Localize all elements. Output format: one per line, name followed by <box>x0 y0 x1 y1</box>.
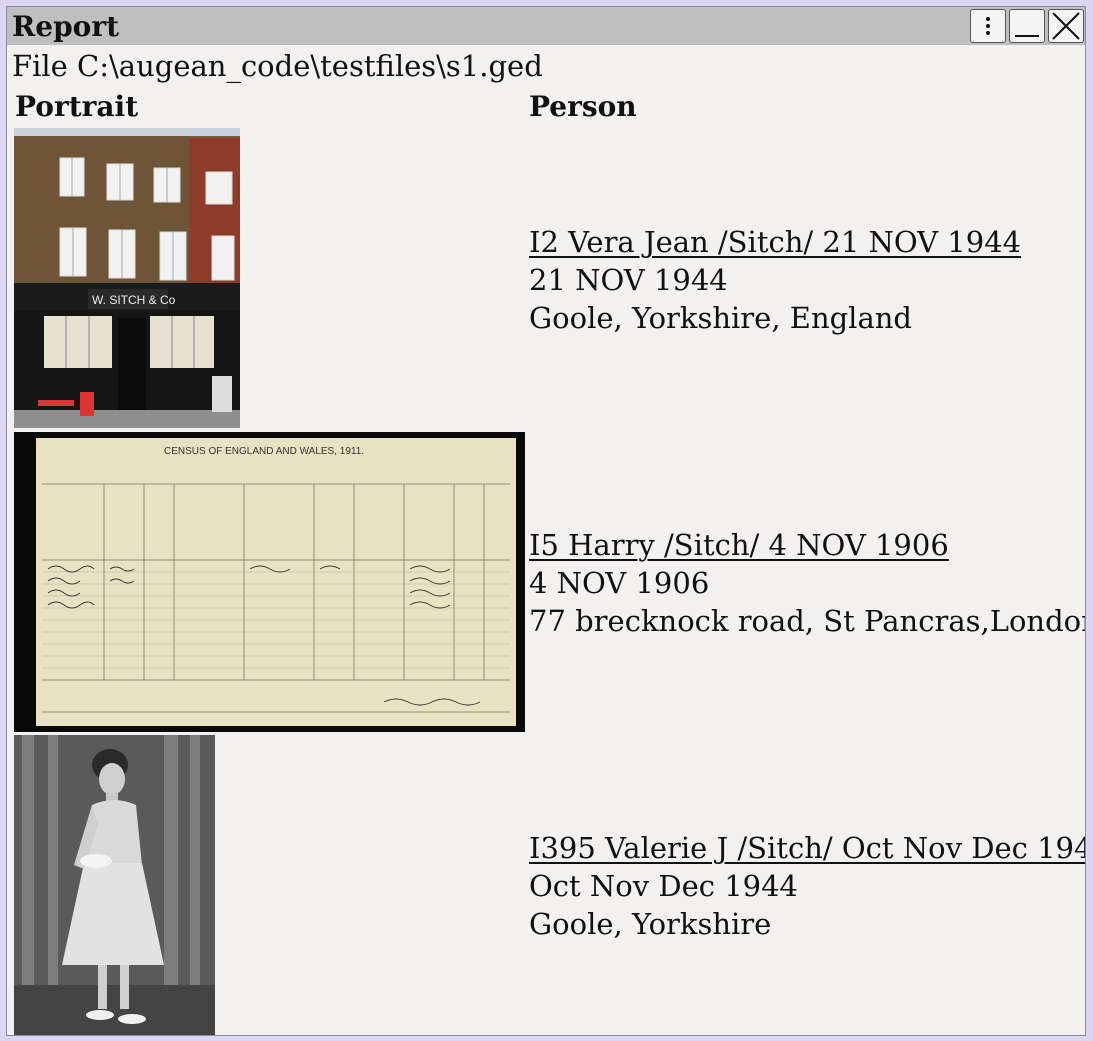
vertical-ellipsis-icon <box>986 17 990 35</box>
shop-sign-text: W. SITCH & Co <box>92 293 176 307</box>
person-link[interactable]: I395 Valerie J /Sitch/ Oct Nov Dec 1944 <box>529 831 1085 865</box>
file-path-label: File C:\augean_code\testfiles\s1.ged <box>12 49 543 83</box>
person-date: 4 NOV 1906 <box>529 566 710 600</box>
person-link[interactable]: I5 Harry /Sitch/ 4 NOV 1906 <box>529 528 949 562</box>
person-place: 77 brecknock road, St Pancras,London <box>529 604 1086 638</box>
portrait-image-shopfront: W. SITCH & Co <box>14 128 240 428</box>
census-title-text: CENSUS OF ENGLAND AND WALES, 1911. <box>164 446 364 457</box>
window-title: Report <box>12 10 120 43</box>
close-icon <box>1052 12 1080 40</box>
menu-button[interactable] <box>970 9 1006 43</box>
person-entry: I5 Harry /Sitch/ 4 NOV 1906 4 NOV 1906 7… <box>529 526 1086 640</box>
person-place: Goole, Yorkshire <box>529 907 772 941</box>
minimize-button[interactable] <box>1009 9 1045 43</box>
person-column-header: Person <box>529 90 637 123</box>
title-bar: Report <box>7 7 1085 45</box>
close-button[interactable] <box>1048 9 1084 43</box>
report-window: Report File C:\augean_code\testfiles\s1.… <box>6 6 1086 1036</box>
person-date: Oct Nov Dec 1944 <box>529 869 799 903</box>
portrait-column-header: Portrait <box>15 90 139 123</box>
person-entry: I2 Vera Jean /Sitch/ 21 NOV 1944 21 NOV … <box>529 223 1021 337</box>
person-place: Goole, Yorkshire, England <box>529 301 912 335</box>
person-date: 21 NOV 1944 <box>529 263 728 297</box>
minimize-icon <box>1015 35 1039 37</box>
portrait-image-census-form: CENSUS OF ENGLAND AND WALES, 1911. <box>14 432 525 732</box>
person-entry: I395 Valerie J /Sitch/ Oct Nov Dec 1944 … <box>529 829 1085 943</box>
portrait-image-woman <box>14 735 215 1035</box>
person-link[interactable]: I2 Vera Jean /Sitch/ 21 NOV 1944 <box>529 225 1021 259</box>
